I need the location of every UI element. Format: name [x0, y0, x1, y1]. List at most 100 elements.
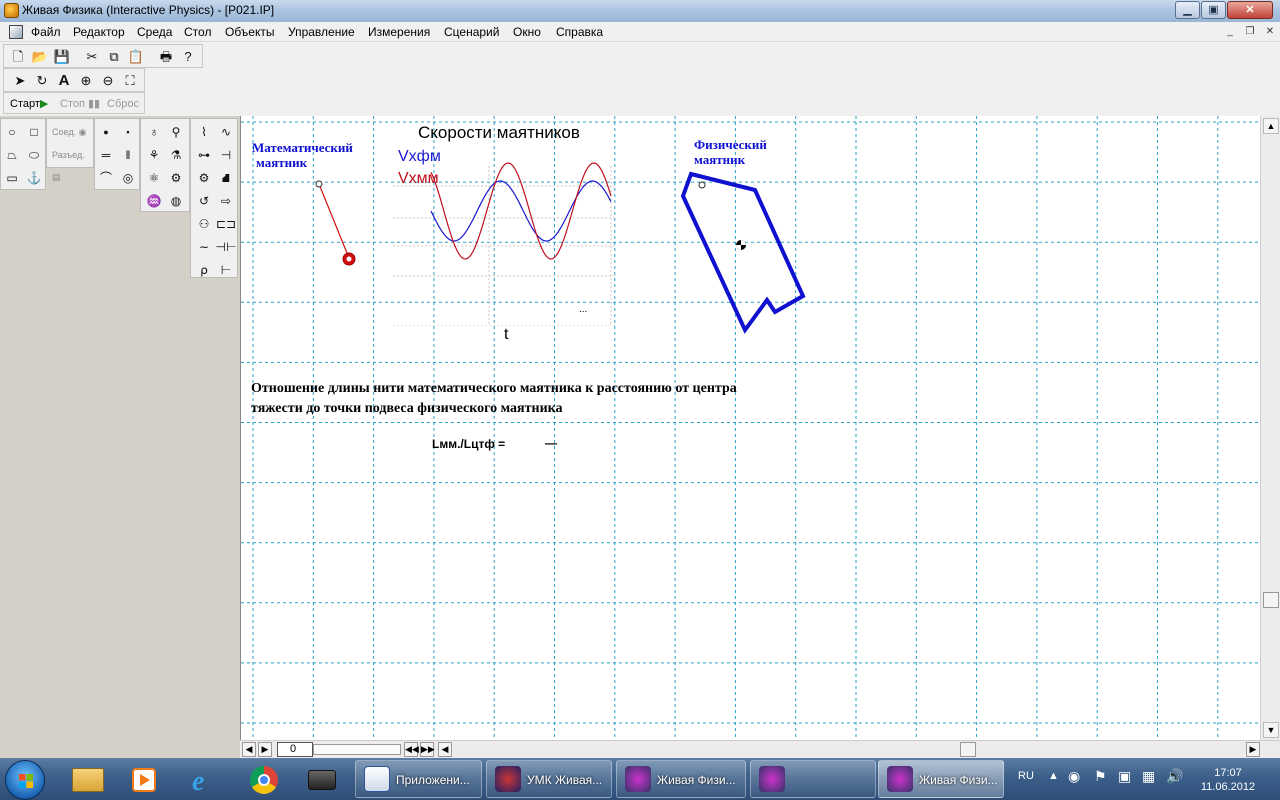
start-menu-button[interactable]	[5, 760, 45, 800]
cut-icon[interactable]: ✂	[82, 47, 102, 67]
horizontal-slot-tool-icon[interactable]: ═	[95, 144, 117, 166]
rod-icon[interactable]: ⊏⊐	[215, 213, 237, 235]
chrome-pin-icon[interactable]	[238, 762, 288, 798]
volume-tray-icon[interactable]: 🔊	[1166, 768, 1183, 785]
spring-damper-icon[interactable]: ⊶	[193, 144, 215, 166]
menu-edit[interactable]: Редактор	[73, 25, 125, 39]
vertical-slot-tool-icon[interactable]: ‖	[117, 144, 139, 166]
rope-icon[interactable]: ∼	[193, 236, 215, 258]
pin-joint-icon[interactable]: ♁	[143, 121, 165, 143]
frame-rewind-icon[interactable]: ◀◀	[404, 742, 419, 757]
tray-expand-icon[interactable]: ▲	[1048, 770, 1059, 782]
horizontal-scroll-thumb[interactable]	[960, 742, 976, 757]
scroll-right-icon[interactable]: ▶	[1246, 742, 1260, 757]
menu-table[interactable]: Стол	[184, 25, 211, 39]
separator-icon[interactable]: ⊣⊢	[215, 236, 237, 258]
slot-joint-icon[interactable]: ⚲	[165, 121, 187, 143]
menu-script[interactable]: Сценарий	[444, 25, 499, 39]
frame-counter[interactable]: 0	[277, 742, 313, 757]
curved-joint-icon[interactable]: ⚛	[143, 167, 165, 189]
keyed-joint-icon[interactable]: ⚗	[165, 144, 187, 166]
minimize-button[interactable]: ▁	[1175, 1, 1200, 19]
paste-icon[interactable]: 📋	[126, 47, 146, 67]
reset-button[interactable]: Сброс	[107, 96, 139, 112]
menu-window[interactable]: Окно	[513, 25, 541, 39]
close-button[interactable]: ✕	[1227, 1, 1273, 19]
pulley-icon[interactable]: ⛘	[215, 167, 237, 189]
keyed-slot-tool-icon[interactable]: ◎	[117, 167, 139, 189]
damper-wave-icon[interactable]: ∿	[215, 121, 237, 143]
task-physics-2[interactable]: Живая Физи...	[878, 760, 1004, 798]
circle-tool-icon[interactable]: ○	[1, 121, 23, 143]
curved-slot-tool-icon[interactable]: ⌒	[95, 167, 117, 189]
scroll-left-icon[interactable]: ◀	[438, 742, 452, 757]
network-tray-icon[interactable]: ▦	[1142, 768, 1155, 785]
frame-back-icon[interactable]: ◀	[242, 742, 256, 757]
scroll-up-icon[interactable]: ▲	[1263, 118, 1279, 134]
vertical-scrollbar[interactable]: ▲ ▼	[1260, 116, 1280, 740]
damper-icon[interactable]: ⊣	[215, 144, 237, 166]
curved-body-tool-icon[interactable]: ⬭	[23, 144, 45, 166]
mdi-minimize-button[interactable]: _	[1222, 25, 1238, 39]
language-indicator[interactable]: RU	[1018, 770, 1034, 782]
task-physics-1[interactable]: Живая Физи...	[616, 760, 746, 798]
actuator-icon[interactable]: ⚇	[193, 213, 215, 235]
mdi-close-button[interactable]: ✕	[1262, 25, 1278, 39]
scroll-down-icon[interactable]: ▼	[1263, 722, 1279, 738]
task-umk[interactable]: УМК Живая...	[486, 760, 612, 798]
text-tool-icon[interactable]: A	[54, 71, 74, 91]
motor-icon[interactable]: ↺	[193, 190, 215, 212]
vertical-scroll-thumb[interactable]	[1263, 592, 1279, 608]
spring-icon[interactable]: ⌇	[193, 121, 215, 143]
mdi-restore-button[interactable]: ❐	[1242, 25, 1258, 39]
frame-forward-icon[interactable]: ▶	[258, 742, 272, 757]
velocity-chart[interactable]	[391, 146, 621, 326]
media-player-pin-icon[interactable]	[118, 762, 168, 798]
torque-icon[interactable]: ⍴	[193, 259, 215, 281]
stop-button[interactable]: Стоп ▮▮	[60, 96, 100, 112]
flag-tray-icon[interactable]: ⚑	[1094, 768, 1107, 785]
rigid-joint-icon[interactable]: ⚘	[143, 144, 165, 166]
print-icon[interactable]: 🖶	[156, 47, 176, 67]
line-icon[interactable]: ⊢	[215, 259, 237, 281]
new-file-icon[interactable]: 🗋	[8, 47, 28, 67]
start-button[interactable]: Старт▶	[10, 96, 48, 112]
gear-icon[interactable]: ⚙	[193, 167, 215, 189]
device-tray-icon[interactable]: ▣	[1118, 768, 1131, 785]
save-icon[interactable]: 💾	[52, 47, 72, 67]
phys-pendulum[interactable]	[671, 166, 831, 346]
menu-define[interactable]: Управление	[288, 25, 355, 39]
rotate-tool-icon[interactable]: ↻	[32, 71, 52, 91]
tray-app-icon[interactable]: ◉	[1068, 768, 1080, 785]
menu-help[interactable]: Справка	[556, 25, 603, 39]
zoom-in-icon[interactable]: ⊕	[76, 71, 96, 91]
menu-objects[interactable]: Объекты	[225, 25, 275, 39]
internet-explorer-pin-icon[interactable]: e	[180, 762, 230, 798]
zoom-out-icon[interactable]: ⊖	[98, 71, 118, 91]
square-point-tool-icon[interactable]: ▪	[117, 121, 139, 143]
split-button[interactable]: Разъед. ▤	[52, 144, 92, 182]
square-tool-icon[interactable]: ▭	[1, 167, 23, 189]
copy-icon[interactable]: ⧉	[104, 47, 124, 67]
help-icon[interactable]: ?	[178, 47, 198, 67]
document-icon[interactable]	[9, 25, 23, 39]
app-pin-icon[interactable]	[296, 762, 346, 798]
join-button[interactable]: Соед. ◉	[52, 121, 92, 143]
zoom-fit-icon[interactable]: ⛶	[120, 71, 140, 91]
curved-key-joint-icon[interactable]: ⚙	[165, 167, 187, 189]
rectangle-tool-icon[interactable]: □	[23, 121, 45, 143]
polygon-tool-icon[interactable]: ⏢	[1, 144, 23, 166]
clock[interactable]: 17:07 11.06.2012	[1196, 766, 1260, 794]
spiral-joint-icon[interactable]: ◍	[165, 190, 187, 212]
rope-joint-icon[interactable]: ♒	[143, 190, 165, 212]
frame-end-icon[interactable]: ▶▶	[420, 742, 435, 757]
menu-world[interactable]: Среда	[137, 25, 172, 39]
frame-slider[interactable]	[313, 744, 401, 755]
workspace-canvas[interactable]: Математический маятник Скорости маятнико…	[240, 116, 1260, 740]
anchor-tool-icon[interactable]: ⚓	[23, 167, 45, 189]
explorer-pin-icon[interactable]	[62, 762, 112, 798]
task-physics-group[interactable]	[750, 760, 876, 798]
maximize-button[interactable]: ▣	[1201, 1, 1226, 19]
app-icon[interactable]	[4, 3, 19, 18]
arrow-tool-icon[interactable]: ➤	[10, 71, 30, 91]
